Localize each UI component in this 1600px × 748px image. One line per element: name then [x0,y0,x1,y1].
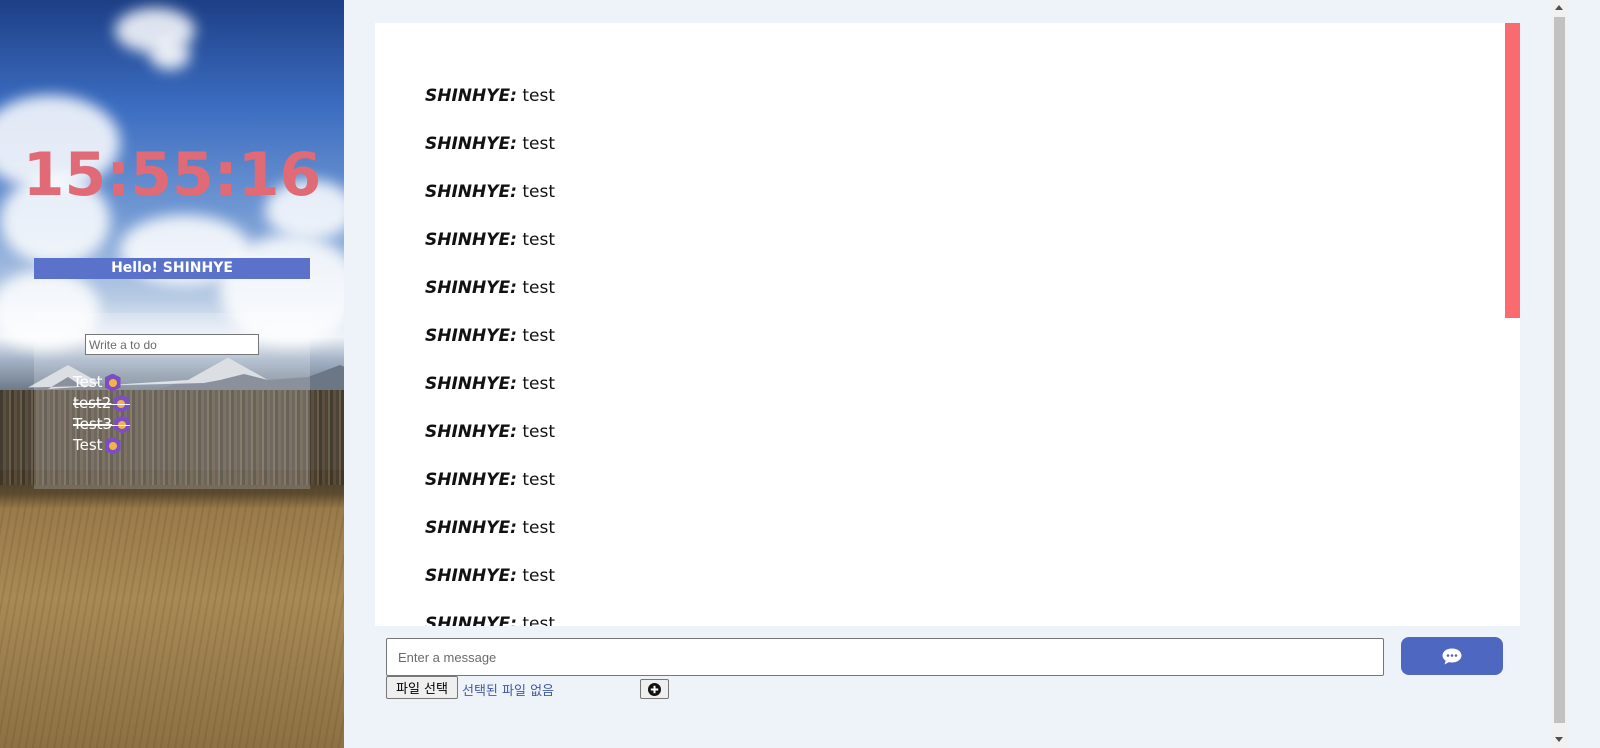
todo-item[interactable]: test2 [73,393,131,414]
message-author: SHINHYE: [425,86,517,106]
chat-bubble-icon [1442,648,1462,664]
message-author: SHINHYE: [425,278,517,298]
chat-message: SHINHYE: test [425,227,555,275]
message-text: test [522,326,556,346]
greeting-banner: Hello! SHINHYE [34,258,310,279]
todo-item[interactable]: Test [73,372,130,393]
page-scroll-thumb[interactable] [1554,17,1565,723]
chat-message: SHINHYE: test [425,275,555,323]
message-text: test [522,374,556,394]
chat-message: SHINHYE: test [425,371,555,419]
chat-message: SHINHYE: test [425,515,555,563]
message-author: SHINHYE: [425,566,517,586]
message-list: SHINHYE: test SHINHYE: test SHINHYE: test S… [425,83,555,626]
chat-message: SHINHYE: test [425,131,555,179]
message-text: test [522,230,556,250]
message-input[interactable] [386,638,1384,676]
message-author: SHINHYE: [425,422,517,442]
chat-message: SHINHYE: test [425,563,555,611]
page-scrollbar[interactable] [1551,0,1568,748]
chat-message: SHINHYE: test [425,323,555,371]
chat-message: SHINHYE: test [425,179,555,227]
todo-item[interactable]: Test3 [73,414,131,435]
send-button[interactable] [1401,637,1503,675]
message-author: SHINHYE: [425,134,517,154]
chat-scroll-thumb[interactable] [1505,23,1520,318]
message-text: test [522,134,556,154]
lion-emoji-icon[interactable] [113,394,130,413]
background-panel: 15:55:16 Hello! SHINHYE Test test2 Test3… [0,0,344,748]
chat-window: SHINHYE: test SHINHYE: test SHINHYE: test S… [375,23,1520,626]
message-text: test [522,182,556,202]
clock: 15:55:16 [22,140,322,210]
message-author: SHINHYE: [425,470,517,490]
scroll-up-icon[interactable] [1555,5,1563,10]
message-author: SHINHYE: [425,326,517,346]
todo-list: Test test2 Test3 Test [73,372,131,456]
lion-emoji-icon[interactable] [104,436,121,455]
chat-message: SHINHYE: test [425,83,555,131]
message-text: test [522,566,556,586]
message-text: test [522,86,556,106]
chat-message: SHINHYE: test [425,419,555,467]
scroll-down-icon[interactable] [1555,737,1563,742]
message-author: SHINHYE: [425,614,517,626]
todo-text: Test [73,436,103,454]
field-decoration [0,485,344,748]
message-text: test [522,422,556,442]
file-select-button[interactable]: 파일 선택 [386,676,458,699]
todo-text: test2 [73,394,112,412]
chat-message: SHINHYE: test [425,611,555,626]
lion-emoji-icon[interactable] [104,373,121,392]
message-author: SHINHYE: [425,518,517,538]
plus-circle-icon [648,682,661,696]
message-text: test [522,614,556,626]
file-status-text: 선택된 파일 없음 [462,684,554,699]
message-text: test [522,470,556,490]
todo-input[interactable] [85,334,259,355]
todo-item[interactable]: Test [73,435,130,456]
message-author: SHINHYE: [425,182,517,202]
todo-panel: Test test2 Test3 Test [34,313,310,489]
todo-text: Test [73,373,103,391]
lion-emoji-icon[interactable] [114,415,131,434]
message-author: SHINHYE: [425,374,517,394]
message-text: test [522,518,556,538]
upload-button[interactable] [640,679,669,699]
message-text: test [522,278,556,298]
cloud-decoration [150,40,190,70]
todo-text: Test3 [73,415,113,433]
chat-message: SHINHYE: test [425,467,555,515]
message-author: SHINHYE: [425,230,517,250]
